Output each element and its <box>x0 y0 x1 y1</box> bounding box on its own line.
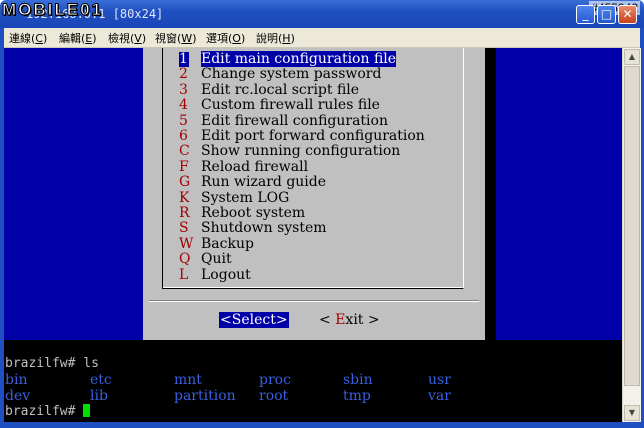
menu-option-label: Edit main configuration file <box>201 51 397 67</box>
terminal-window: 192.168.0.1 [80x24] MOBILE01 #455942 _ □… <box>0 0 644 428</box>
menu-option-hotkey: S <box>179 220 189 237</box>
menu-option-hotkey: G <box>179 174 191 191</box>
menu-option-label: System LOG <box>201 189 290 206</box>
ls-entry: bin <box>5 372 28 388</box>
menu-option-label: Reload firewall <box>201 158 309 175</box>
menu-option-hotkey: C <box>179 143 190 160</box>
menu-option-label: Edit firewall configuration <box>201 112 388 129</box>
minimize-button[interactable]: _ <box>576 5 595 24</box>
ls-entry: usr <box>428 372 451 388</box>
terminal-screen[interactable]: 1 Edit main configuration file 2 Change sys… <box>4 48 622 422</box>
divider <box>149 301 479 302</box>
menu-option-label: Edit port forward configuration <box>201 128 425 144</box>
menu-bar: 連線(C) 編輯(E) 檢視(V) 視窗(W) 選項(O) 說明(H) <box>0 28 644 48</box>
menu-option[interactable]: W Backup <box>179 235 254 252</box>
close-button[interactable]: ✕ <box>618 5 637 24</box>
menu-option[interactable]: F Reload firewall <box>179 158 309 175</box>
window-frame-bottom <box>0 422 644 428</box>
ls-entry: var <box>428 388 451 404</box>
menu-option-label: Edit rc.local script file <box>201 81 360 98</box>
ls-entry: mnt <box>174 372 202 388</box>
vertical-scrollbar[interactable]: ▲ ▼ <box>622 48 641 422</box>
menu-option[interactable]: 4 Custom firewall rules file <box>179 98 380 113</box>
shell-command-line: brazilfw# ls <box>5 356 99 371</box>
menu-option-hotkey: Q <box>179 251 191 268</box>
menu-option-label: Backup <box>201 235 254 252</box>
menu-option-hotkey: 4 <box>179 97 188 114</box>
select-button[interactable]: <Select> <box>219 312 289 328</box>
menu-option-label: Change system password <box>201 66 382 83</box>
ls-entry: etc <box>90 372 112 388</box>
menu-option-hotkey: L <box>179 266 189 283</box>
dialog-shadow <box>485 48 496 340</box>
menu-option-hotkey: W <box>179 235 194 252</box>
ls-entry: dev <box>5 388 31 404</box>
ls-entry: sbin <box>343 372 373 388</box>
menu-option-hotkey: K <box>179 189 190 206</box>
menu-option[interactable]: K System LOG <box>179 189 290 206</box>
menu-option-label: Custom firewall rules file <box>201 97 380 114</box>
menu-option-hotkey: 2 <box>179 66 188 83</box>
scrollbar-thumb[interactable] <box>624 66 640 386</box>
maximize-button[interactable]: □ <box>597 5 616 24</box>
watermark-logo: MOBILE01 <box>1 0 104 20</box>
ls-entry: root <box>259 388 289 404</box>
menu-options[interactable]: 選項(O) <box>206 30 245 46</box>
menu-option-label: Shutdown system <box>201 220 327 237</box>
menu-option[interactable]: S Shutdown system <box>179 221 327 236</box>
menu-option[interactable]: Q Quit <box>179 252 232 267</box>
shell-prompt-line[interactable]: brazilfw# <box>5 404 91 420</box>
menu-option[interactable]: L Logout <box>179 266 251 283</box>
ls-entry: partition <box>174 388 236 404</box>
menu-option[interactable]: 2 Change system password <box>179 67 381 82</box>
exit-button[interactable]: < Exit > <box>319 312 380 328</box>
menu-option-label: Run wizard guide <box>201 174 327 191</box>
menu-option[interactable]: 1 Edit main configuration file <box>179 51 397 67</box>
menu-option[interactable]: 6 Edit port forward configuration <box>179 129 425 144</box>
menu-option-hotkey: 5 <box>179 112 188 129</box>
menu-option-label: Logout <box>201 266 251 283</box>
menu-dialog: 1 Edit main configuration file 2 Change sys… <box>143 48 485 340</box>
menu-option[interactable]: C Show running configuration <box>179 144 400 159</box>
title-bar[interactable]: 192.168.0.1 [80x24] MOBILE01 #455942 _ □… <box>0 0 644 28</box>
ls-entry: lib <box>90 388 108 404</box>
menu-option-label: Quit <box>201 251 232 268</box>
menu-option[interactable]: 5 Edit firewall configuration <box>179 112 388 129</box>
menu-option-label: Show running configuration <box>201 143 401 160</box>
menu-list-box-edge <box>163 287 462 288</box>
scroll-up-arrow-icon[interactable]: ▲ <box>624 49 640 65</box>
menu-window[interactable]: 視窗(W) <box>155 30 196 46</box>
scroll-down-arrow-icon[interactable]: ▼ <box>624 405 640 421</box>
menu-option-hotkey: 1 <box>179 51 189 67</box>
ls-entry: tmp <box>343 388 371 404</box>
text-cursor <box>83 404 91 417</box>
menu-option-hotkey: R <box>179 205 190 221</box>
menu-edit[interactable]: 編輯(E) <box>59 30 97 46</box>
menu-connection[interactable]: 連線(C) <box>9 30 47 46</box>
menu-option[interactable]: 3 Edit rc.local script file <box>179 81 360 98</box>
menu-option[interactable]: R Reboot system <box>179 206 305 221</box>
menu-option-label: Reboot system <box>201 205 306 221</box>
menu-option[interactable]: G Run wizard guide <box>179 175 326 190</box>
ls-entry: proc <box>259 372 291 388</box>
menu-view[interactable]: 檢視(V) <box>108 30 146 46</box>
menu-option-hotkey: 3 <box>179 81 188 98</box>
menu-option-hotkey: 6 <box>179 128 188 144</box>
menu-option-hotkey: F <box>179 158 189 175</box>
shell-prompt: brazilfw# <box>5 404 84 419</box>
menu-help[interactable]: 說明(H) <box>256 30 295 46</box>
